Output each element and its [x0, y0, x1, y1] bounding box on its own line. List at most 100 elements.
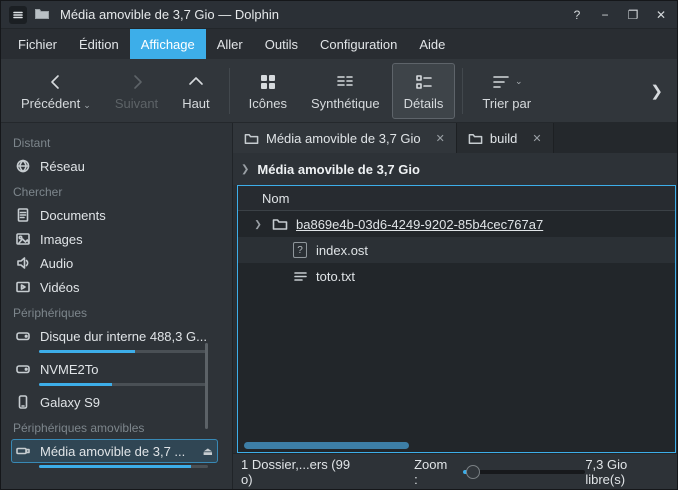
file-name: ba869e4b-03d6-4249-9202-85b4cec767a7 [296, 217, 543, 232]
main-area: Média amovible de 3,7 Gio ✕ build ✕ ❯ Mé… [233, 123, 677, 489]
toolbar-separator [229, 68, 230, 114]
sidebar-item-media-amovible[interactable]: Média amovible de 3,7 ... ⏏ [11, 439, 218, 463]
sidebar-item-videos[interactable]: Vidéos [11, 275, 232, 299]
sidebar-scrollbar[interactable] [205, 343, 208, 429]
sidebar-item-images[interactable]: Images [11, 227, 232, 251]
sidebar-item-reseau[interactable]: Réseau [11, 154, 232, 178]
folder-icon [244, 131, 259, 146]
help-button[interactable]: ? [569, 7, 585, 23]
zoom-slider[interactable] [463, 470, 586, 474]
titlebar: Média amovible de 3,7 Gio — Dolphin ? − … [1, 1, 677, 29]
app-menu-icon[interactable] [9, 6, 27, 24]
sidebar-item-galaxy-s9[interactable]: Galaxy S9 [11, 390, 232, 414]
section-peripheriques: Périphériques [13, 306, 232, 320]
table-row[interactable]: toto.txt [238, 263, 675, 289]
toolbar: Précédent⌄ Suivant Haut Icônes Synthétiq… [1, 59, 677, 123]
window-body: Distant Réseau Chercher Documents Images… [1, 123, 677, 489]
tab-build[interactable]: build ✕ [457, 123, 554, 153]
sidebar-device: Média amovible de 3,7 ... ⏏ [11, 439, 232, 472]
maximize-button[interactable]: ❐ [625, 7, 641, 23]
section-peripheriques-amovibles: Périphériques amovibles [13, 421, 232, 435]
minimize-button[interactable]: − [597, 7, 613, 23]
back-button[interactable]: Précédent⌄ [9, 63, 103, 119]
audio-icon [15, 255, 31, 271]
table-row[interactable]: ? index.ost [238, 237, 675, 263]
menu-aller[interactable]: Aller [206, 29, 254, 59]
menu-outils[interactable]: Outils [254, 29, 309, 59]
section-distant: Distant [13, 136, 232, 150]
phone-icon [15, 394, 31, 410]
folder-icon [272, 216, 288, 233]
sidebar-device: NVME2To [11, 357, 232, 390]
dolphin-icon [34, 5, 50, 24]
tab-close-icon[interactable]: ✕ [436, 132, 445, 145]
disk-usage-bar [39, 465, 208, 468]
tab-bar: Média amovible de 3,7 Gio ✕ build ✕ [233, 123, 677, 153]
expand-arrow-icon[interactable]: ❯ [252, 219, 264, 230]
chevron-down-icon: ⌄ [515, 76, 523, 87]
file-view: Nom ❯ ba869e4b-03d6-4249-9202-85b4cec767… [237, 185, 676, 453]
menu-affichage[interactable]: Affichage [130, 29, 206, 59]
menubar: Fichier Édition Affichage Aller Outils C… [1, 29, 677, 59]
menu-configuration[interactable]: Configuration [309, 29, 408, 59]
section-chercher: Chercher [13, 185, 232, 199]
sidebar-device: Disque dur interne 488,3 G... [11, 324, 232, 357]
close-button[interactable]: ✕ [653, 7, 669, 23]
zoom-label: Zoom : [414, 457, 453, 487]
compact-list-icon [335, 72, 355, 92]
sidebar-item-documents[interactable]: Documents [11, 203, 232, 227]
grid-icon [258, 72, 278, 92]
zoom-slider-handle[interactable] [466, 465, 480, 479]
menu-edition[interactable]: Édition [68, 29, 130, 59]
toolbar-separator [462, 68, 463, 114]
images-icon [15, 231, 31, 247]
sort-icon [491, 72, 511, 92]
horizontal-scrollbar[interactable] [244, 442, 409, 449]
free-space-label: 7,3 Gio libre(s) [585, 457, 667, 487]
table-row[interactable]: ❯ ba869e4b-03d6-4249-9202-85b4cec767a7 [238, 211, 675, 237]
dolphin-window: Média amovible de 3,7 Gio — Dolphin ? − … [0, 0, 678, 490]
sort-by-button[interactable]: ⌄ Trier par [470, 63, 543, 119]
places-panel: Distant Réseau Chercher Documents Images… [1, 123, 233, 489]
breadcrumb: ❯ Média amovible de 3,7 Gio [233, 153, 677, 185]
forward-button[interactable]: Suivant [103, 63, 170, 119]
chevron-left-icon [46, 72, 66, 92]
chevron-right-icon[interactable]: ❯ [241, 164, 249, 175]
harddisk-icon [15, 361, 31, 377]
documents-icon [15, 207, 31, 223]
menu-fichier[interactable]: Fichier [7, 29, 68, 59]
unknown-file-icon: ? [292, 242, 308, 259]
sidebar-item-nvme2to[interactable]: NVME2To [11, 357, 232, 381]
disk-usage-bar [39, 350, 208, 353]
usb-icon [15, 443, 31, 459]
videos-icon [15, 279, 31, 295]
chevron-down-icon: ⌄ [83, 100, 91, 111]
tab-close-icon[interactable]: ✕ [532, 132, 541, 145]
disk-usage-bar [39, 383, 208, 386]
status-bar: 1 Dossier,...ers (99 o) Zoom : 7,3 Gio l… [233, 453, 677, 489]
icons-view-button[interactable]: Icônes [237, 63, 299, 119]
network-icon [15, 158, 31, 174]
up-button[interactable]: Haut [170, 63, 221, 119]
harddisk-icon [15, 328, 31, 344]
zoom-control: Zoom : [414, 457, 585, 487]
chevron-up-icon [186, 72, 206, 92]
sidebar-item-audio[interactable]: Audio [11, 251, 232, 275]
details-view-button[interactable]: Détails [392, 63, 456, 119]
eject-icon[interactable]: ⏏ [203, 445, 213, 458]
chevron-right-icon [127, 72, 147, 92]
file-name: toto.txt [316, 269, 355, 284]
menu-aide[interactable]: Aide [408, 29, 456, 59]
file-name: index.ost [316, 243, 368, 258]
menu-grid-icon [13, 10, 23, 20]
column-header-nom[interactable]: Nom [238, 186, 675, 211]
toolbar-overflow-button[interactable]: ❯ [644, 82, 669, 100]
compact-view-button[interactable]: Synthétique [299, 63, 392, 119]
details-list-icon [414, 72, 434, 92]
window-buttons: ? − ❐ ✕ [569, 7, 669, 23]
window-title: Média amovible de 3,7 Gio — Dolphin [60, 7, 279, 22]
sidebar-item-disque-dur[interactable]: Disque dur interne 488,3 G... [11, 324, 232, 348]
tab-media-amovible[interactable]: Média amovible de 3,7 Gio ✕ [233, 123, 457, 153]
breadcrumb-location[interactable]: Média amovible de 3,7 Gio [257, 162, 420, 177]
folder-icon [468, 131, 483, 146]
